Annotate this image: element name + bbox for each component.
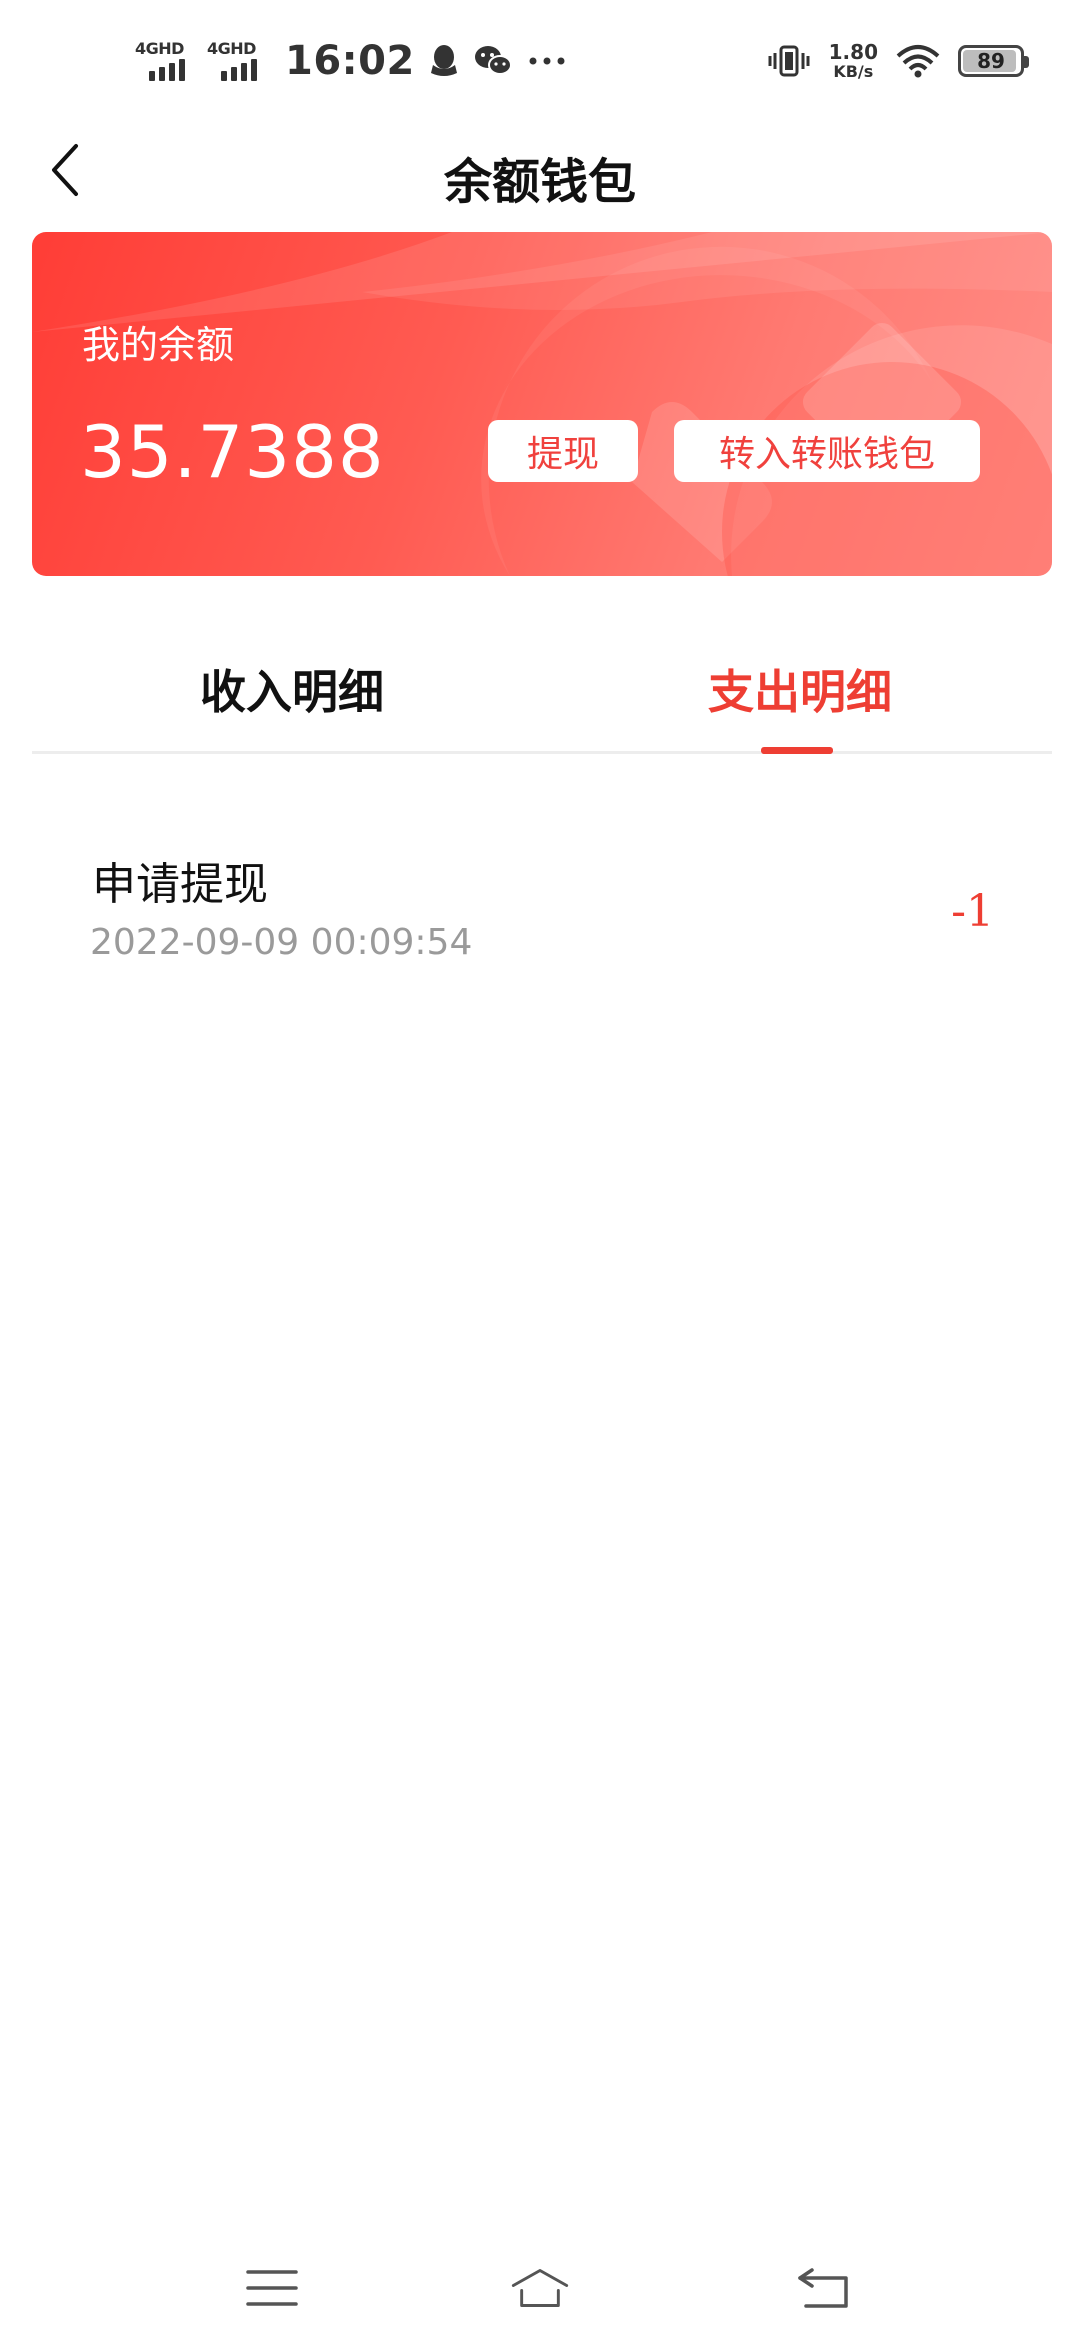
status-bar: 4GHD 4GHD 16:02 1.80 KB/s 89 xyxy=(0,0,1080,120)
sim1-signal: 4GHD xyxy=(135,39,193,83)
record-amount: -1 xyxy=(951,886,994,937)
active-tab-indicator xyxy=(761,747,833,754)
menu-icon xyxy=(246,2270,298,2306)
home-button[interactable] xyxy=(510,2262,570,2314)
card-decoration xyxy=(32,232,1052,576)
transfer-to-wallet-button[interactable]: 转入转账钱包 xyxy=(674,420,980,482)
net-speed: 1.80 KB/s xyxy=(829,42,878,80)
wifi-icon xyxy=(896,44,940,78)
system-nav-bar xyxy=(0,2240,1080,2340)
page-title: 余额钱包 xyxy=(443,154,636,210)
back-icon xyxy=(798,2268,848,2308)
balance-label: 我的余额 xyxy=(82,323,235,367)
balance-amount: 35.7388 xyxy=(80,410,385,494)
balance-card: 我的余额 35.7388 提现 转入转账钱包 xyxy=(32,232,1052,576)
tab-expense-details[interactable]: 支出明细 xyxy=(708,656,892,722)
status-time: 16:02 xyxy=(285,38,415,84)
tab-income-details[interactable]: 收入明细 xyxy=(200,656,384,722)
detail-tabs: 收入明细 支出明细 xyxy=(32,636,1052,754)
net-speed-value: 1.80 xyxy=(828,40,878,64)
battery-icon: 89 xyxy=(958,45,1029,77)
record-datetime: 2022-09-09 00:09:54 xyxy=(90,922,473,963)
app-header: 余额钱包 xyxy=(0,120,1080,220)
qq-icon xyxy=(429,43,459,79)
system-back-button[interactable] xyxy=(794,2262,854,2314)
list-item[interactable]: 申请提现 2022-09-09 00:09:54 -1 xyxy=(0,820,1080,980)
vibrate-icon xyxy=(767,43,811,79)
net-speed-unit: KB/s xyxy=(833,62,874,81)
status-bar-right: 1.80 KB/s 89 xyxy=(767,34,1029,88)
status-bar-left: 4GHD 4GHD 16:02 xyxy=(135,34,567,88)
sim1-label: 4GHD xyxy=(135,39,184,58)
menu-button[interactable] xyxy=(242,2262,302,2314)
wechat-icon xyxy=(473,43,513,79)
sim2-label: 4GHD xyxy=(207,39,256,58)
sim2-signal-icon xyxy=(221,59,257,81)
sim2-signal: 4GHD xyxy=(207,39,265,83)
home-icon xyxy=(511,2269,569,2307)
record-title: 申请提现 xyxy=(92,859,268,910)
battery-level: 89 xyxy=(977,49,1005,73)
more-dots-icon xyxy=(527,55,567,67)
sim1-signal-icon xyxy=(149,59,185,81)
withdraw-button[interactable]: 提现 xyxy=(488,420,638,482)
